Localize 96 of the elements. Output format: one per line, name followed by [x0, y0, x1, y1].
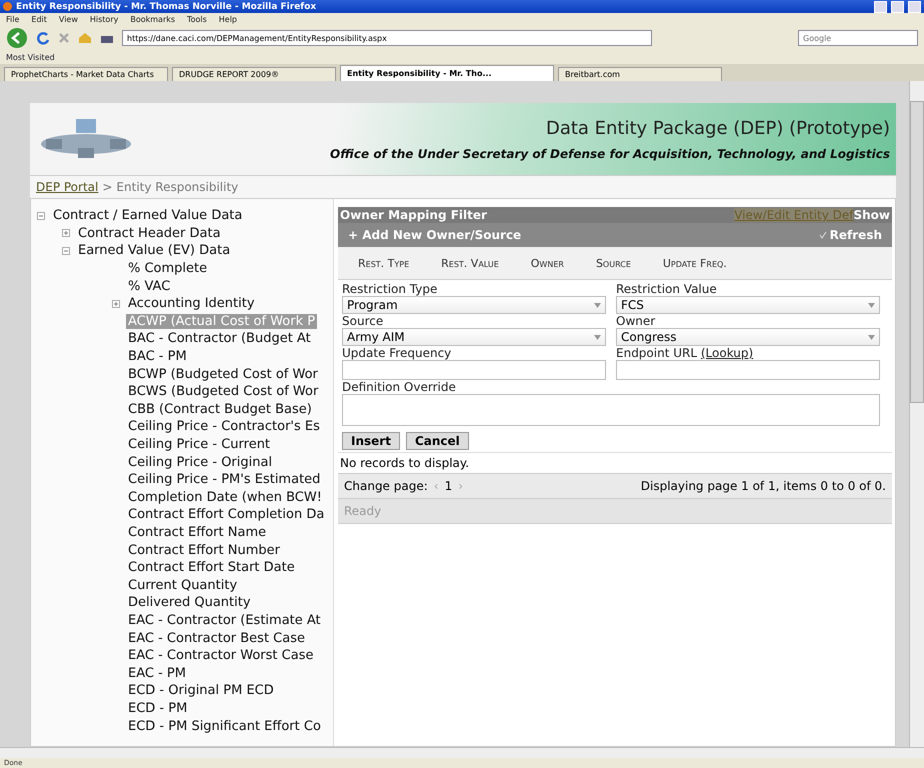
tree-item[interactable]: Contract Effort Start Date	[126, 560, 297, 576]
bookmark-link[interactable]: Most Visited	[6, 52, 55, 62]
caret-icon	[868, 334, 875, 340]
browser-tab[interactable]: ProphetCharts - Market Data Charts	[4, 67, 168, 81]
tree-item[interactable]: % Complete	[126, 261, 210, 276]
column-header[interactable]: Owner	[530, 256, 564, 270]
app-subtitle: Office of the Under Secretary of Defense for Acquisition, Technology, and Logistics	[330, 146, 890, 160]
caret-icon	[594, 302, 601, 308]
back-icon[interactable]	[6, 28, 28, 48]
window-title: Entity Responsibility - Mr. Thomas Norville - Mozilla Firefox	[16, 2, 318, 12]
tree-item[interactable]: ECD - PM Significant Effort Co	[126, 718, 323, 734]
search-field[interactable]: Google	[798, 30, 918, 46]
tree-item[interactable]: Ceiling Price - Original	[126, 454, 274, 470]
tree-item[interactable]: BCWP (Budgeted Cost of Wor	[126, 366, 320, 382]
tree-item[interactable]: Contract Effort Name	[126, 524, 268, 540]
plus-icon[interactable]	[62, 229, 70, 238]
tree-item[interactable]: Delivered Quantity	[126, 595, 253, 610]
plus-icon[interactable]	[112, 300, 120, 308]
tree-item[interactable]: ECD - PM	[126, 700, 190, 716]
tree-item[interactable]: EAC - Contractor Best Case	[126, 630, 307, 646]
page-number[interactable]: 1	[444, 479, 452, 493]
pager-label: Change page:	[344, 479, 428, 493]
breadcrumb-separator: >	[102, 180, 112, 194]
check-icon	[818, 231, 827, 239]
tree-item[interactable]: EAC - Contractor (Estimate At	[126, 612, 323, 628]
app-title: Data Entity Package (DEP) (Prototype)	[546, 118, 890, 138]
tree-item[interactable]: EAC - Contractor Worst Case	[126, 648, 316, 664]
vertical-scrollbar[interactable]	[909, 81, 924, 747]
tree-item[interactable]: Current Quantity	[126, 578, 240, 593]
menu-item[interactable]: Edit	[31, 15, 47, 24]
browser-tab[interactable]: Entity Responsibility - Mr. Tho...	[340, 65, 554, 81]
tree-item[interactable]: Ceiling Price - Contractor's Es	[126, 419, 322, 434]
tree-item[interactable]: Accounting Identity	[126, 296, 257, 312]
tree-item[interactable]: ECD - Original PM ECD	[126, 683, 276, 698]
reload-icon[interactable]	[36, 31, 50, 45]
tree-item[interactable]: Contract Effort Completion Da	[126, 507, 326, 522]
column-header[interactable]: Source	[596, 256, 631, 270]
minus-icon[interactable]	[62, 246, 70, 255]
close-button[interactable]	[908, 0, 921, 12]
breadcrumb-current: Entity Responsibility	[116, 180, 238, 194]
field-label: Definition Override	[342, 380, 457, 394]
menu-item[interactable]: View	[58, 15, 78, 24]
tree-item[interactable]: Contract Header Data	[76, 226, 223, 241]
tree-item[interactable]: Earned Value (EV) Data	[76, 243, 232, 258]
field-label: Owner	[616, 314, 656, 328]
field-label: Update Frequency	[342, 346, 452, 360]
tree-item[interactable]: Contract / Earned Value Data	[51, 208, 244, 224]
tree-item[interactable]: BAC - PM	[126, 349, 189, 364]
lookup-link[interactable]: (Lookup)	[700, 346, 754, 360]
input-field[interactable]	[342, 360, 606, 380]
field-label: Endpoint URL (Lookup)	[616, 346, 754, 360]
form-button[interactable]: Insert	[342, 432, 400, 450]
stop-icon[interactable]	[58, 32, 70, 44]
menu-item[interactable]: Tools	[187, 15, 207, 24]
address-field[interactable]: https://dane.caci.com/DEPManagement/EntityResponsibility.aspx	[122, 30, 652, 46]
show-toggle[interactable]: Show	[853, 208, 890, 222]
dropdown[interactable]: Program	[342, 296, 606, 314]
menu-item[interactable]: File	[6, 15, 20, 24]
field-label: Restriction Value	[616, 282, 718, 296]
tree-item[interactable]: % VAC	[126, 278, 172, 294]
add-owner-button[interactable]: + Add New Owner/Source	[348, 228, 522, 242]
pager-info: Displaying page 1 of 1, items 0 to 0 of 0.	[640, 479, 886, 493]
refresh-button[interactable]: Refresh	[818, 228, 882, 242]
minus-icon[interactable]	[37, 212, 45, 220]
tree-item[interactable]: Ceiling Price - PM's Estimated	[126, 472, 322, 488]
column-header[interactable]: Rest. Value	[441, 256, 499, 270]
menu-item[interactable]: Bookmarks	[130, 15, 176, 24]
column-header[interactable]: Rest. Type	[358, 256, 410, 270]
minimize-button[interactable]	[874, 0, 887, 12]
breadcrumb-link[interactable]: DEP Portal	[36, 180, 98, 194]
tree-item[interactable]: EAC - PM	[126, 666, 188, 681]
maximize-button[interactable]	[891, 0, 904, 12]
text-area[interactable]	[342, 394, 880, 426]
tree-item[interactable]: Contract Effort Number	[126, 542, 282, 558]
column-header[interactable]: Update Freq.	[662, 256, 727, 270]
panel-title: Owner Mapping Filter	[340, 208, 487, 222]
browser-tab[interactable]: DRUDGE REPORT 2009®	[172, 67, 336, 81]
tree-item[interactable]: Completion Date (when BCW!	[126, 490, 324, 505]
field-label: Restriction Type	[342, 282, 438, 296]
menu-item[interactable]: Help	[218, 15, 238, 24]
combo-box[interactable]: Army AIM	[342, 328, 606, 346]
caret-icon	[868, 302, 875, 308]
dropdown[interactable]: FCS	[616, 296, 880, 314]
form-button[interactable]: Cancel	[406, 432, 469, 450]
tree-item[interactable]: BAC - Contractor (Budget At	[126, 331, 313, 346]
tree-item[interactable]: CBB (Contract Budget Base)	[126, 402, 314, 417]
tree-item[interactable]: Ceiling Price - Current	[126, 437, 272, 452]
tree-item[interactable]: BCWS (Budgeted Cost of Wor	[126, 384, 320, 400]
field-label: Source	[342, 314, 384, 328]
horizontal-scrollbar[interactable]	[0, 747, 924, 758]
browser-tab[interactable]: Breitbart.com	[558, 67, 722, 81]
dropdown[interactable]: Congress	[616, 328, 880, 346]
menu-item[interactable]: History	[90, 15, 118, 24]
caret-icon	[594, 334, 601, 340]
input-field[interactable]	[616, 360, 880, 380]
status-text: Ready	[344, 504, 382, 518]
